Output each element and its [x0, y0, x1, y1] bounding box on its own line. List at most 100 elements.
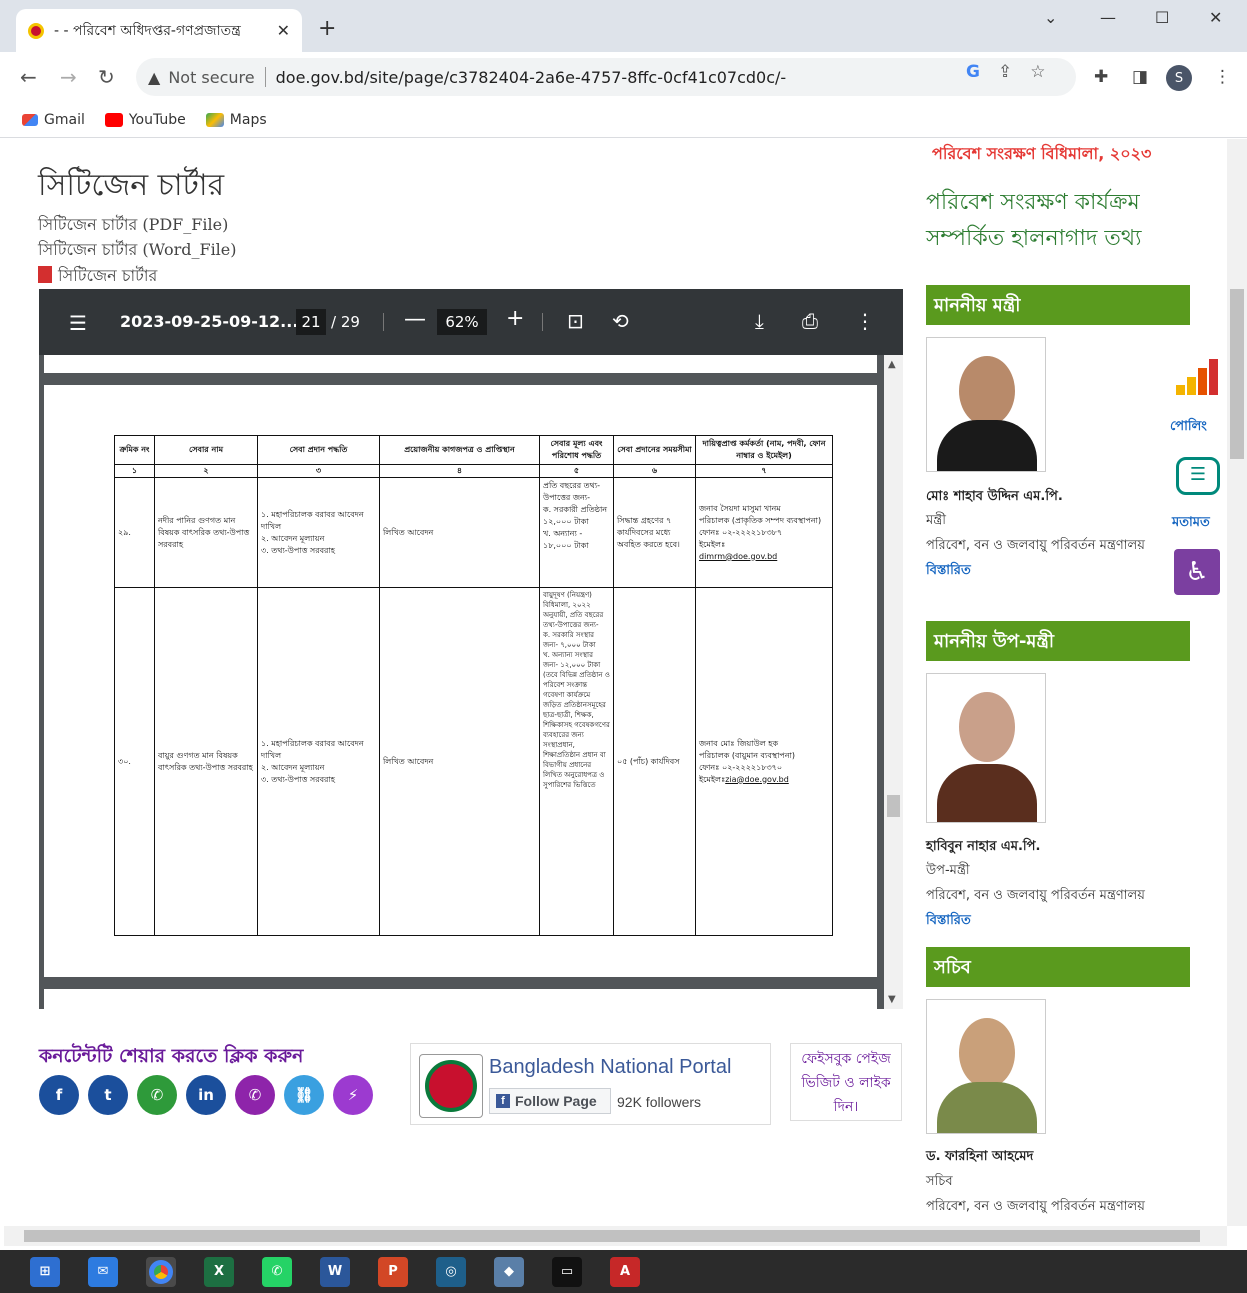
- scroll-thumb[interactable]: [1230, 289, 1244, 459]
- viber-share-icon[interactable]: ✆: [235, 1075, 275, 1115]
- index-cell: ৭: [695, 464, 833, 478]
- scroll-thumb[interactable]: [24, 1230, 1200, 1242]
- bookmark-gmail[interactable]: Gmail: [22, 112, 85, 128]
- back-icon[interactable]: ←: [20, 65, 37, 89]
- portal-logo[interactable]: [419, 1054, 483, 1118]
- minister-details-link[interactable]: বিস্তারিত: [926, 561, 971, 582]
- programme-heading[interactable]: পরিবেশ সংরক্ষণ কার্যক্রম সম্পর্কিত হালনা…: [926, 185, 1166, 257]
- table-header-row: ক্রমিক নং সেবার নাম সেবা প্রদান পদ্ধতি প…: [114, 435, 833, 465]
- profile-avatar[interactable]: S: [1166, 65, 1192, 91]
- minister-designation: মন্ত্রী: [926, 513, 946, 528]
- minister-name: মোঃ শাহাব উদ্দিন এম.পি.: [926, 489, 1063, 504]
- poll-chart-icon[interactable]: [1176, 359, 1220, 395]
- rotate-icon[interactable]: ⟲: [612, 309, 629, 333]
- pdf-scrollbar[interactable]: ▲ ▼: [884, 355, 903, 1009]
- whatsapp-share-icon[interactable]: ✆: [137, 1075, 177, 1115]
- close-tab-icon[interactable]: ✕: [277, 21, 290, 40]
- zoom-in-icon[interactable]: +: [506, 306, 524, 331]
- kebab-menu-icon[interactable]: ⋮: [1214, 67, 1231, 87]
- facebook-widget: Bangladesh National Portal f Follow Page …: [410, 1043, 771, 1125]
- maximize-icon[interactable]: ☐: [1155, 8, 1169, 27]
- word-app-icon[interactable]: W: [320, 1256, 350, 1287]
- pdf-attachment-link[interactable]: সিটিজেন চার্টার: [38, 263, 157, 290]
- deputy-minister-name: হাবিবুন নাহার এম.পি.: [926, 839, 1041, 854]
- officer-text: জনাব সৈয়দা মাসুমা খানম পরিচালক (প্রাকৃত…: [699, 503, 822, 549]
- facebook-share-icon[interactable]: f: [39, 1075, 79, 1115]
- section-minister: মাননীয় মন্ত্রী: [926, 285, 1190, 325]
- tab-search-icon[interactable]: ⌄: [1044, 8, 1057, 27]
- bookmark-youtube[interactable]: YouTube: [104, 112, 186, 128]
- deputy-minister-details-link[interactable]: বিস্তারিত: [926, 911, 971, 932]
- zoom-input[interactable]: 62%: [437, 309, 487, 335]
- feedback-label[interactable]: মতামত: [1172, 513, 1210, 534]
- follow-page-button[interactable]: f Follow Page: [489, 1088, 611, 1114]
- excel-app-icon[interactable]: X: [204, 1256, 234, 1287]
- facebook-icon: f: [496, 1094, 510, 1108]
- scroll-up-icon[interactable]: ▲: [888, 359, 896, 370]
- search-app-icon[interactable]: ◎: [436, 1256, 466, 1287]
- page-title: সিটিজেন চার্টার: [38, 168, 225, 203]
- word-file-link[interactable]: সিটিজেন চার্টার (Word_File): [38, 237, 237, 264]
- twitter-share-icon[interactable]: t: [88, 1075, 128, 1115]
- scroll-thumb[interactable]: [887, 795, 900, 817]
- translate-icon[interactable]: G: [966, 62, 980, 82]
- minimize-icon[interactable]: —: [1100, 8, 1116, 27]
- notes-app-icon[interactable]: ◆: [494, 1256, 524, 1287]
- header-cell: সেবার নাম: [154, 435, 258, 465]
- facebook-page-name[interactable]: Bangladesh National Portal: [489, 1056, 731, 1079]
- web-page: সিটিজেন চার্টার সিটিজেন চার্টার (PDF_Fil…: [4, 139, 1227, 1226]
- address-bar[interactable]: ▲ Not secure doe.gov.bd/site/page/c37824…: [136, 58, 1076, 96]
- minister-ministry: পরিবেশ, বন ও জলবায়ু পরিবর্তন মন্ত্রণালয…: [926, 538, 1145, 553]
- forward-icon[interactable]: →: [60, 65, 77, 89]
- pdf-filename: 2023-09-25-09-12...: [120, 312, 299, 331]
- bookmark-star-icon[interactable]: ☆: [1030, 62, 1045, 82]
- close-window-icon[interactable]: ✕: [1209, 8, 1222, 27]
- download-icon[interactable]: ⤓: [755, 309, 764, 333]
- browser-tab[interactable]: - - পরিবেশ অধিদপ্তর-গণপ্রজাতন্ত্র ✕: [16, 9, 302, 52]
- bookmark-maps[interactable]: Maps: [205, 112, 267, 128]
- start-icon[interactable]: ⊞: [30, 1256, 60, 1287]
- pdf-file-link[interactable]: সিটিজেন চার্টার (PDF_File): [38, 212, 228, 239]
- table-row: ২৯. নদীর পানির গুণগত মান বিষয়ক বাৎসরিক …: [114, 477, 833, 588]
- reload-icon[interactable]: ↻: [98, 65, 115, 89]
- method-cell: ১. মহাপরিচালক বরাবর আবেদন দাখিল ২. আবেদন…: [257, 587, 380, 936]
- acrobat-app-icon[interactable]: A: [610, 1256, 640, 1287]
- copy-link-share-icon[interactable]: ⛓: [284, 1075, 324, 1115]
- scroll-down-icon[interactable]: ▼: [888, 994, 896, 1005]
- powerpoint-app-icon[interactable]: P: [378, 1256, 408, 1287]
- linkedin-share-icon[interactable]: in: [186, 1075, 226, 1115]
- poll-label[interactable]: পোলিং: [1170, 417, 1207, 438]
- feedback-icon[interactable]: ☰: [1176, 457, 1220, 495]
- separator: [383, 313, 384, 331]
- print-icon[interactable]: ⎙: [802, 309, 818, 333]
- share-icon[interactable]: ⇪: [998, 62, 1012, 82]
- terminal-app-icon[interactable]: ▭: [552, 1256, 582, 1287]
- index-cell: ৬: [613, 464, 696, 478]
- facebook-visit-link[interactable]: ফেইসবুক পেইজ ভিজিট ও লাইক দিন।: [790, 1043, 902, 1121]
- messenger-share-icon[interactable]: ⚡: [333, 1075, 373, 1115]
- time-cell: ০৫ (পাঁচ) কার্যদিবস: [613, 587, 696, 936]
- index-cell: ৩: [257, 464, 380, 478]
- chrome-app-icon[interactable]: [146, 1256, 176, 1287]
- method-cell: ১. মহাপরিচালক বরাবর আবেদন দাখিল ২. আবেদন…: [257, 477, 380, 588]
- rules-link[interactable]: পরিবেশ সংরক্ষণ বিধিমালা, ২০২৩: [932, 141, 1151, 168]
- index-cell: ২: [154, 464, 258, 478]
- whatsapp-app-icon[interactable]: ✆: [262, 1256, 292, 1287]
- accessibility-icon[interactable]: ♿: [1174, 549, 1220, 595]
- menu-icon[interactable]: ☰: [69, 311, 87, 335]
- page-scrollbar[interactable]: [1227, 139, 1247, 1226]
- more-options-icon[interactable]: ⋮: [855, 309, 875, 333]
- deputy-minister-ministry: পরিবেশ, বন ও জলবায়ু পরিবর্তন মন্ত্রণালয…: [926, 888, 1145, 903]
- extensions-icon[interactable]: ✚: [1094, 67, 1108, 87]
- zoom-out-icon[interactable]: —: [404, 307, 426, 332]
- side-panel-icon[interactable]: ◨: [1132, 67, 1148, 87]
- mail-app-icon[interactable]: ✉: [88, 1256, 118, 1287]
- new-tab-icon[interactable]: +: [318, 16, 336, 41]
- horizontal-scrollbar[interactable]: [4, 1226, 1227, 1246]
- face-shape: [959, 356, 1015, 426]
- header-cell: দায়িত্বপ্রাপ্ত কর্মকর্তা (নাম, পদবী, ফো…: [695, 435, 833, 465]
- page-number-input[interactable]: 21: [296, 309, 326, 335]
- separator: [264, 67, 266, 87]
- index-cell: ৫: [539, 464, 614, 478]
- fit-page-icon[interactable]: ⊡: [567, 309, 584, 333]
